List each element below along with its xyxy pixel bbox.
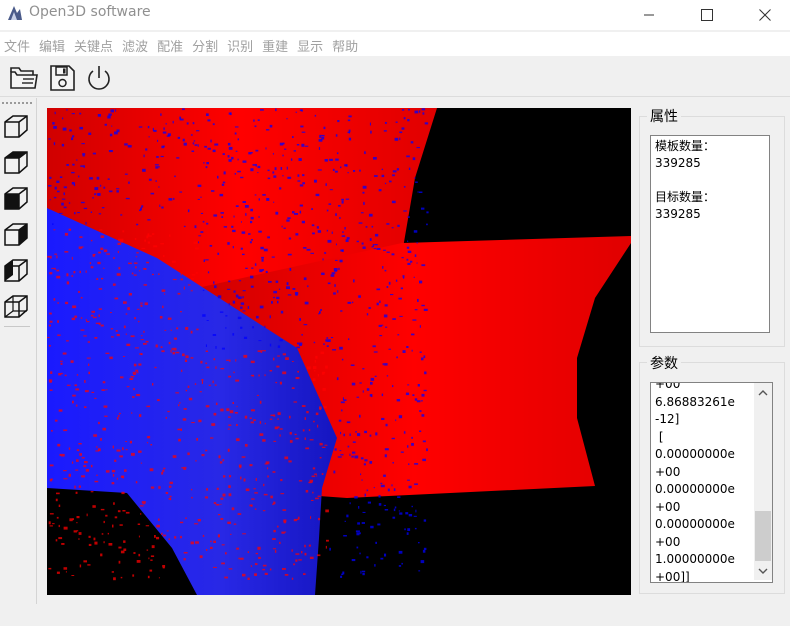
power-icon bbox=[88, 66, 110, 90]
toolbar-grip[interactable] bbox=[2, 102, 32, 104]
scroll-down-button[interactable] bbox=[754, 562, 772, 580]
view-button-4[interactable] bbox=[2, 220, 30, 248]
view-button-6[interactable] bbox=[2, 292, 30, 320]
menu-recognition[interactable]: 识别 bbox=[223, 32, 258, 56]
transformation-matrix-text: +00 6.86883261e -12] [ 0.00000000e +00 0… bbox=[655, 382, 735, 583]
target-count-label: 目标数量： bbox=[655, 190, 716, 204]
menu-bar: 文件 编辑 关键点 滤波 配准 分割 识别 重建 显示 帮助 bbox=[0, 32, 790, 56]
view-button-2[interactable] bbox=[2, 148, 30, 176]
properties-title: 属性 bbox=[647, 106, 681, 126]
template-count-value: 339285 bbox=[655, 156, 701, 170]
save-disk-icon bbox=[50, 65, 75, 91]
cube-view-2-icon bbox=[4, 151, 28, 174]
view-toolbar bbox=[0, 98, 37, 604]
properties-panel: 模板数量： 339285 目标数量： 339285 bbox=[650, 135, 770, 333]
scroll-thumb[interactable] bbox=[755, 511, 771, 561]
menu-file[interactable]: 文件 bbox=[0, 32, 35, 56]
window-title: Open3D software bbox=[29, 4, 151, 20]
maximize-button[interactable] bbox=[684, 0, 730, 30]
cube-view-4-icon bbox=[4, 223, 28, 246]
close-icon bbox=[759, 9, 771, 21]
cube-view-1-icon bbox=[4, 115, 28, 138]
view-button-3[interactable] bbox=[2, 184, 30, 212]
power-button[interactable] bbox=[83, 62, 115, 94]
save-button[interactable] bbox=[46, 62, 78, 94]
parameters-title: 参数 bbox=[647, 353, 681, 373]
menu-reconstruction[interactable]: 重建 bbox=[258, 32, 293, 56]
chevron-down-icon bbox=[758, 568, 768, 574]
cube-view-6-icon bbox=[4, 295, 28, 318]
scroll-up-button[interactable] bbox=[754, 383, 772, 401]
maximize-icon bbox=[701, 9, 713, 21]
menu-registration[interactable]: 配准 bbox=[153, 32, 188, 56]
view-button-1[interactable] bbox=[2, 112, 30, 140]
open3d-logo-icon bbox=[8, 6, 22, 20]
status-bar bbox=[0, 606, 790, 626]
open-button[interactable] bbox=[8, 62, 40, 94]
minimize-icon bbox=[644, 14, 654, 16]
parameters-scrollbar[interactable] bbox=[754, 383, 772, 580]
minimize-button[interactable] bbox=[626, 0, 672, 30]
menu-edit[interactable]: 编辑 bbox=[35, 32, 70, 56]
menu-keypoints[interactable]: 关键点 bbox=[70, 32, 118, 56]
3d-viewport[interactable] bbox=[47, 108, 631, 595]
menu-filter[interactable]: 滤波 bbox=[118, 32, 153, 56]
menu-display[interactable]: 显示 bbox=[293, 32, 328, 56]
view-button-5[interactable] bbox=[2, 256, 30, 284]
parameters-textarea[interactable]: +00 6.86883261e -12] [ 0.00000000e +00 0… bbox=[650, 382, 773, 583]
cube-view-3-icon bbox=[4, 187, 28, 210]
point-cloud-render bbox=[47, 108, 631, 595]
title-bar: Open3D software bbox=[0, 0, 790, 30]
close-button[interactable] bbox=[742, 0, 788, 30]
toolbar-separator bbox=[4, 326, 30, 327]
main-toolbar bbox=[0, 58, 790, 97]
menu-help[interactable]: 帮助 bbox=[328, 32, 363, 56]
cube-view-5-icon bbox=[4, 259, 28, 282]
menu-segmentation[interactable]: 分割 bbox=[188, 32, 223, 56]
chevron-up-icon bbox=[758, 389, 768, 395]
template-count-label: 模板数量： bbox=[655, 139, 716, 153]
open-folder-icon bbox=[10, 67, 38, 89]
target-count-value: 339285 bbox=[655, 207, 701, 221]
